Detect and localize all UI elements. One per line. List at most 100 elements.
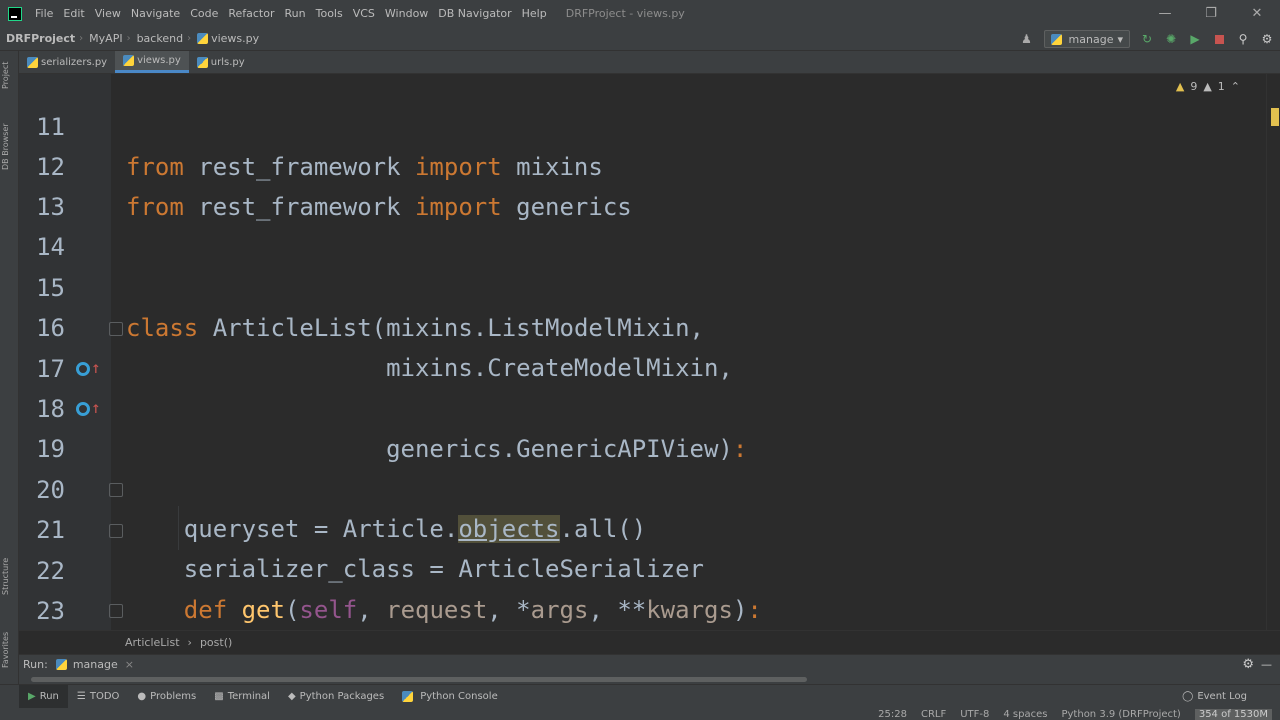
code-line-11: 11 from rest_framework import mixins [19, 74, 1266, 181]
code-line-15: 15 class ArticleList(mixins.ListModelMix… [19, 228, 1266, 342]
menu-tools[interactable]: Tools [311, 7, 348, 20]
pycharm-logo-icon [8, 6, 22, 21]
run-panel-scrollbar[interactable] [19, 674, 1280, 684]
menu-run[interactable]: Run [280, 7, 311, 20]
line-separator[interactable]: CRLF [921, 709, 946, 720]
menu-vcs[interactable]: VCS [348, 7, 380, 20]
chevron-down-icon: ▾ [1117, 32, 1123, 46]
menu-help[interactable]: Help [517, 7, 552, 20]
menu-refactor[interactable]: Refactor [223, 7, 279, 20]
tool-problems-button[interactable]: ● Problems [128, 685, 205, 709]
weak-warning-icon: ▲ [1203, 80, 1212, 93]
event-log-icon: ◯ [1182, 691, 1194, 702]
settings-icon[interactable]: ⚙ [1260, 32, 1274, 46]
chevron-up-icon[interactable]: ⌃ [1231, 80, 1240, 93]
tool-window-bar: ▶ Run ☰ TODO ● Problems ▩ Terminal ◆ Python P… [0, 684, 1280, 709]
tool-label: Run [39, 691, 59, 702]
breadcrumb-class[interactable]: ArticleList [125, 636, 180, 649]
breadcrumb-file[interactable]: views.py [191, 32, 263, 45]
close-icon[interactable]: ✕ [1234, 0, 1280, 27]
menu-edit[interactable]: Edit [58, 7, 89, 20]
warning-count: 9 [1190, 80, 1198, 93]
event-log-label: Event Log [1197, 691, 1247, 702]
menu-file[interactable]: File [30, 7, 58, 20]
rerun-icon[interactable]: ↻ [1140, 32, 1154, 46]
python-file-icon [123, 55, 135, 66]
python-icon [55, 659, 67, 670]
code-breadcrumb: ArticleList › post() [19, 630, 1280, 654]
code-line-18: 18 ↑ queryset = Article.objects.all() [19, 349, 1266, 543]
breadcrumb-file-label: views.py [211, 32, 260, 45]
menu-db-navigator[interactable]: DB Navigator [433, 7, 516, 20]
scroll-marker [1271, 108, 1279, 126]
arrow-up-icon: ↑ [91, 398, 101, 417]
tool-python-console-button[interactable]: Python Console [393, 685, 507, 709]
breadcrumb-backend[interactable]: backend [131, 32, 187, 45]
run-panel-header: Run: manage × ⚙ — [19, 654, 1280, 674]
breadcrumb-myapi[interactable]: MyAPI [83, 32, 126, 45]
menu-bar: File Edit View Navigate Code Refactor Ru… [0, 0, 1280, 27]
run-tab-manage[interactable]: manage × [55, 658, 134, 671]
menu-window[interactable]: Window [380, 7, 433, 20]
minimize-icon[interactable]: — [1142, 0, 1188, 27]
tab-serializers[interactable]: serializers.py [19, 51, 115, 73]
tool-run-button[interactable]: ▶ Run [19, 684, 68, 709]
menu-code[interactable]: Code [185, 7, 223, 20]
memory-indicator[interactable]: 354 of 1530M [1194, 708, 1272, 720]
chevron-right-icon: › [187, 636, 192, 649]
menu-navigate[interactable]: Navigate [126, 7, 185, 20]
settings-icon[interactable]: ⚙ [1242, 657, 1254, 672]
navigation-bar: DRFProject › MyAPI › backend › views.py … [0, 27, 1280, 51]
code-line-13: 13 [19, 147, 1266, 221]
event-log-button[interactable]: ◯ Event Log [1173, 685, 1256, 709]
python-file-icon [197, 33, 209, 44]
tool-python-packages-button[interactable]: ◆ Python Packages [279, 685, 393, 709]
breadcrumb-method[interactable]: post() [200, 636, 232, 649]
override-icon[interactable] [76, 402, 90, 416]
run-config-select[interactable]: manage ▾ [1043, 30, 1130, 48]
run-panel-label: Run: [23, 658, 48, 671]
editor-scrollbar[interactable] [1266, 74, 1280, 630]
fold-marker-icon[interactable] [109, 483, 123, 497]
close-icon[interactable]: × [125, 658, 134, 671]
fold-marker-icon[interactable] [109, 604, 123, 618]
code-editor[interactable]: 11 from rest_framework import mixins 12 … [19, 74, 1266, 630]
tool-label: Problems [150, 691, 197, 702]
restore-icon[interactable]: ❐ [1188, 0, 1234, 27]
python-file-icon [27, 56, 38, 68]
user-icon[interactable]: ♟ [1020, 32, 1034, 46]
favorites-tool-tab[interactable]: Favorites [1, 625, 18, 675]
debug-icon[interactable]: ✺ [1164, 32, 1178, 46]
code-line-23: 23 [19, 551, 1266, 625]
project-tool-tab[interactable]: Project [1, 57, 18, 93]
file-encoding[interactable]: UTF-8 [960, 709, 989, 720]
structure-tool-tab[interactable]: Structure [1, 551, 18, 601]
code-line-12: 12 from rest_framework import generics [19, 107, 1266, 221]
db-browser-tool-tab[interactable]: DB Browser [1, 117, 18, 177]
code-line-20: 20 [19, 430, 1266, 504]
tab-label: views.py [137, 55, 181, 66]
tool-terminal-button[interactable]: ▩ Terminal [205, 685, 279, 709]
breadcrumb-project[interactable]: DRFProject [0, 32, 79, 45]
python-file-icon [196, 56, 208, 68]
tab-urls[interactable]: urls.py [189, 51, 253, 73]
tool-todo-button[interactable]: ☰ TODO [68, 685, 129, 709]
tool-label: TODO [89, 691, 120, 702]
fold-marker-icon[interactable] [109, 524, 123, 538]
code-line-19: 19 ↑ serializer_class = ArticleSerialize… [19, 389, 1266, 584]
tab-views[interactable]: views.py [115, 51, 189, 73]
caret-position[interactable]: 25:28 [878, 709, 907, 720]
interpreter[interactable]: Python 3.9 (DRFProject) [1061, 709, 1180, 720]
coverage-icon[interactable]: ▶ [1188, 32, 1202, 46]
indent-setting[interactable]: 4 spaces [1003, 709, 1047, 720]
tool-label: Python Packages [299, 691, 385, 702]
minimize-icon[interactable]: — [1261, 658, 1272, 671]
inspection-widget[interactable]: ▲ 9 ▲ 1 ⌃ [1176, 80, 1240, 93]
stop-icon[interactable] [1212, 32, 1226, 46]
scroll-thumb[interactable] [31, 677, 807, 682]
fold-marker-icon[interactable] [109, 322, 123, 336]
search-icon[interactable]: ⚲ [1236, 32, 1250, 46]
override-icon[interactable] [76, 362, 90, 376]
code-line-21: 21 def get(self, request, *args, **kwarg… [19, 470, 1266, 624]
menu-view[interactable]: View [90, 7, 126, 20]
